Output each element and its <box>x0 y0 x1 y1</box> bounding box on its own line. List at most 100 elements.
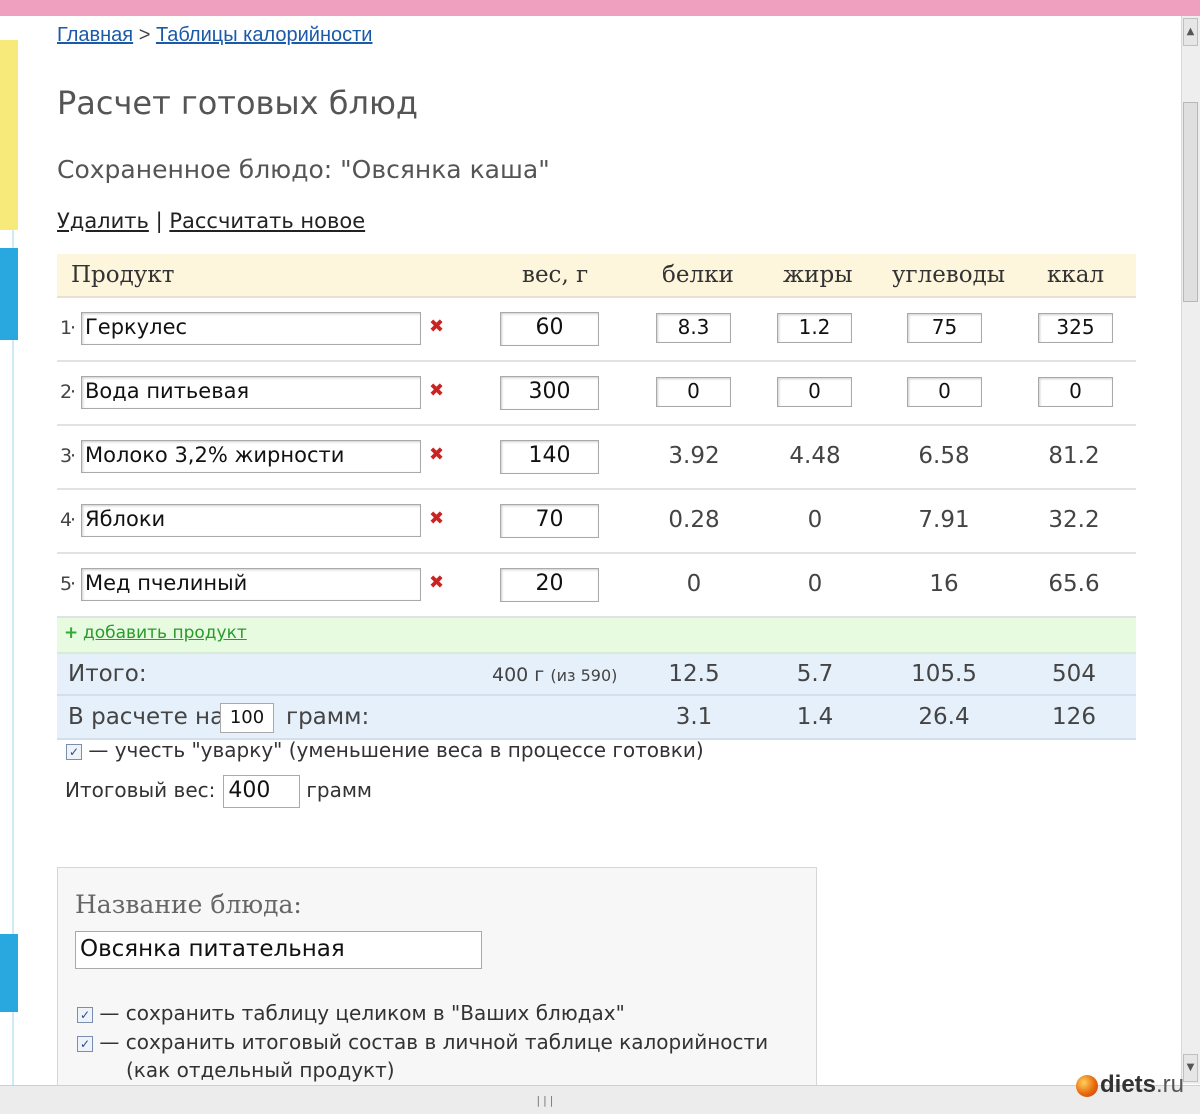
total-label: Итого: <box>68 661 147 687</box>
recipe-table: Продукт вес, г белки жиры углеводы ккал … <box>57 254 1136 740</box>
carbs-input[interactable]: 0 <box>907 377 982 407</box>
dish-name-input[interactable]: Овсянка питательная <box>75 931 482 969</box>
carbs-value: 16 <box>929 571 959 597</box>
delete-row-icon[interactable]: ✖ <box>429 508 444 529</box>
delete-row-icon[interactable]: ✖ <box>429 380 444 401</box>
checkmark-icon: ✓ <box>79 1007 91 1022</box>
logo-tld: .ru <box>1156 1071 1185 1098</box>
checkmark-icon: ✓ <box>68 744 80 759</box>
protein-value: 0.28 <box>668 507 720 533</box>
fat-value: 4.48 <box>789 443 841 469</box>
per-kcal: 126 <box>1052 704 1096 730</box>
header-weight: вес, г <box>522 262 589 288</box>
delete-row-icon[interactable]: ✖ <box>429 444 444 465</box>
delete-link[interactable]: Удалить <box>57 209 149 233</box>
per-protein: 3.1 <box>675 704 713 730</box>
per-fat: 1.4 <box>796 704 834 730</box>
total-weight-value: 400 г <box>492 664 545 686</box>
weight-input[interactable]: 20 <box>500 568 599 602</box>
row-dot: · <box>70 509 77 531</box>
total-kcal: 504 <box>1052 661 1096 687</box>
table-row: 1 · Геркулес ✖ 60 8.3 1.2 75 325 <box>57 298 1136 362</box>
row-dot: · <box>70 381 77 403</box>
scroll-down-icon[interactable]: ▼ <box>1183 1054 1198 1082</box>
product-name-input[interactable]: Молоко 3,2% жирности <box>81 440 421 473</box>
vertical-scrollbar[interactable]: ▲ ▼ <box>1181 16 1200 1084</box>
total-carbs: 105.5 <box>911 661 977 687</box>
actions-separator: | <box>155 209 163 233</box>
delete-row-icon[interactable]: ✖ <box>429 316 444 337</box>
save-composition-checkbox[interactable]: ✓ <box>77 1035 93 1052</box>
per-label-pre: В расчете на <box>68 704 225 730</box>
row-dot: · <box>70 317 77 339</box>
save-composition-label: — сохранить итоговый состав в личной таб… <box>99 1030 769 1054</box>
weight-input[interactable]: 300 <box>500 376 599 410</box>
per-carbs: 26.4 <box>918 704 970 730</box>
weight-input[interactable]: 140 <box>500 440 599 474</box>
product-name-input[interactable]: Яблоки <box>81 504 421 537</box>
weight-input[interactable]: 60 <box>500 312 599 346</box>
save-table-checkbox[interactable]: ✓ <box>77 1006 93 1023</box>
header-product: Продукт <box>71 262 175 288</box>
horizontal-scrollbar[interactable]: ||| <box>0 1085 1200 1114</box>
fat-input[interactable]: 0 <box>777 377 852 407</box>
kcal-input[interactable]: 325 <box>1038 313 1113 343</box>
breadcrumb: Главная > Таблицы калорийности <box>57 24 372 47</box>
calculate-new-link[interactable]: Рассчитать новое <box>169 209 365 233</box>
browser-top-strip <box>0 0 1200 16</box>
carbs-value: 6.58 <box>918 443 970 469</box>
per-amount-input[interactable]: 100 <box>220 703 274 733</box>
dish-actions: Удалить | Рассчитать новое <box>57 209 365 233</box>
total-row: Итого: 400 г (из 590) 12.5 5.7 105.5 504 <box>57 654 1136 696</box>
header-protein: белки <box>662 262 734 288</box>
product-name-input[interactable]: Геркулес <box>81 312 421 345</box>
fat-value: 0 <box>807 507 823 533</box>
save-dish-panel: Название блюда: Овсянка питательная ✓ — … <box>57 867 817 1097</box>
protein-input[interactable]: 8.3 <box>656 313 731 343</box>
scroll-thumb[interactable] <box>1183 102 1198 302</box>
product-name-input[interactable]: Вода питьевая <box>81 376 421 409</box>
delete-row-icon[interactable]: ✖ <box>429 572 444 593</box>
logo-name: diets <box>1100 1071 1157 1098</box>
save-composition-option: ✓ — сохранить итоговый состав в личной т… <box>77 1030 768 1054</box>
final-weight-label: Итоговый вес: <box>65 778 216 802</box>
kcal-input[interactable]: 0 <box>1038 377 1113 407</box>
product-name-input[interactable]: Мед пчелиный <box>81 568 421 601</box>
per-amount-row: В расчете на 100 грамм: 3.1 1.4 26.4 126 <box>57 696 1136 740</box>
protein-value: 3.92 <box>668 443 720 469</box>
per-label-post: грамм: <box>286 704 370 730</box>
breadcrumb-tables-link[interactable]: Таблицы калорийности <box>156 24 373 46</box>
plus-icon: + <box>64 623 79 643</box>
apple-icon <box>1076 1074 1098 1097</box>
weight-input[interactable]: 70 <box>500 504 599 538</box>
page-title: Расчет готовых блюд <box>57 84 418 122</box>
fat-input[interactable]: 1.2 <box>777 313 852 343</box>
table-row: 2 · Вода питьевая ✖ 300 0 0 0 0 <box>57 362 1136 426</box>
row-dot: · <box>70 573 77 595</box>
total-fat: 5.7 <box>796 661 834 687</box>
row-dot: · <box>70 445 77 467</box>
shrink-label: — учесть "уварку" (уменьшение веса в про… <box>88 738 704 762</box>
checkmark-icon: ✓ <box>79 1036 91 1051</box>
diets-logo: diets.ru <box>1076 1071 1184 1099</box>
final-weight-input[interactable]: 400 <box>223 775 301 808</box>
shrink-checkbox[interactable]: ✓ <box>66 743 82 760</box>
protein-input[interactable]: 0 <box>656 377 731 407</box>
total-weight-of: (из 590) <box>550 666 618 685</box>
scroll-grip-icon[interactable]: ||| <box>535 1094 555 1107</box>
table-header: Продукт вес, г белки жиры углеводы ккал <box>57 254 1136 298</box>
saved-dish-title: Сохраненное блюдо: "Овсянка каша" <box>57 155 550 184</box>
carbs-input[interactable]: 75 <box>907 313 982 343</box>
kcal-value: 32.2 <box>1048 507 1100 533</box>
scroll-up-icon[interactable]: ▲ <box>1183 18 1198 46</box>
total-protein: 12.5 <box>668 661 720 687</box>
carbs-value: 7.91 <box>918 507 970 533</box>
add-product-link[interactable]: добавить продукт <box>83 623 247 643</box>
protein-value: 0 <box>686 571 702 597</box>
header-fat: жиры <box>783 262 853 288</box>
breadcrumb-home-link[interactable]: Главная <box>57 24 133 46</box>
final-weight: Итоговый вес: 400 грамм <box>65 775 372 808</box>
breadcrumb-separator: > <box>138 24 151 46</box>
left-blue-tab-1 <box>0 248 18 340</box>
fat-value: 0 <box>807 571 823 597</box>
